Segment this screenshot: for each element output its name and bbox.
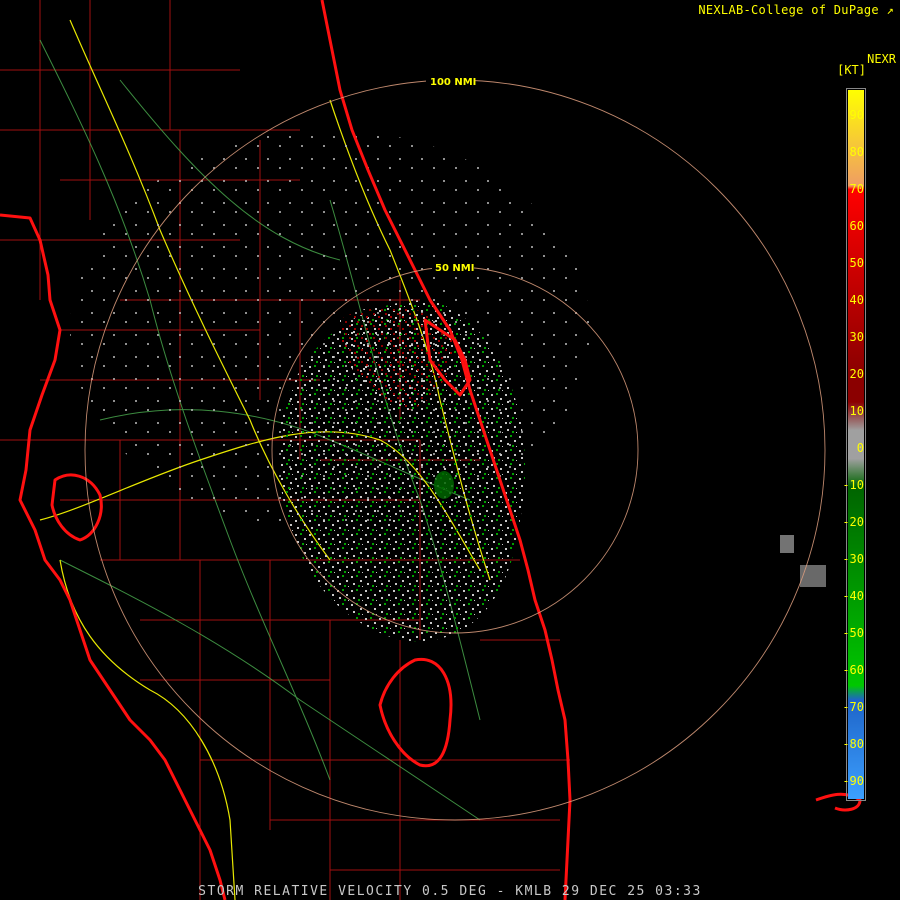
scale-tick-label: -20 (842, 515, 864, 529)
ring-50nmi-label: 50 NMI (435, 263, 474, 274)
unit-label: [KT] (837, 63, 866, 77)
scale-tick-label: -10 (842, 478, 864, 492)
scale-tick-label: 20 (849, 367, 864, 381)
scale-tick-label: -60 (842, 663, 864, 677)
radar-map: 100 NMI 50 NMI (0, 0, 900, 900)
product-label: NEXR (867, 52, 896, 66)
scale-tick-label: 10 (849, 404, 864, 418)
credit-label: NEXLAB-College of DuPage ↗ (698, 3, 894, 17)
scale-tick-label: 60 (849, 219, 864, 233)
product-footer: STORM RELATIVE VELOCITY 0.5 DEG - KMLB 2… (198, 884, 702, 899)
link-icon[interactable]: ↗ (886, 3, 894, 17)
scale-tick-label: 40 (849, 293, 864, 307)
scale-tick-label: -30 (842, 552, 864, 566)
ring-100nmi-label: 100 NMI (430, 77, 476, 88)
scale-tick-label: -90 (842, 774, 864, 788)
scale-tick-label: 50 (849, 256, 864, 270)
scale-tick-label: 30 (849, 330, 864, 344)
scale-tick-label: -50 (842, 626, 864, 640)
scale-tick-label: -70 (842, 700, 864, 714)
scale-tick-label: 0 (856, 441, 864, 455)
scale-tick-label: 80 (849, 145, 864, 159)
scale-tick-label: -40 (842, 589, 864, 603)
scale-tick-label: 70 (849, 182, 864, 196)
scale-tick-label: -80 (842, 737, 864, 751)
scale-tick-label: 90 (849, 108, 864, 122)
